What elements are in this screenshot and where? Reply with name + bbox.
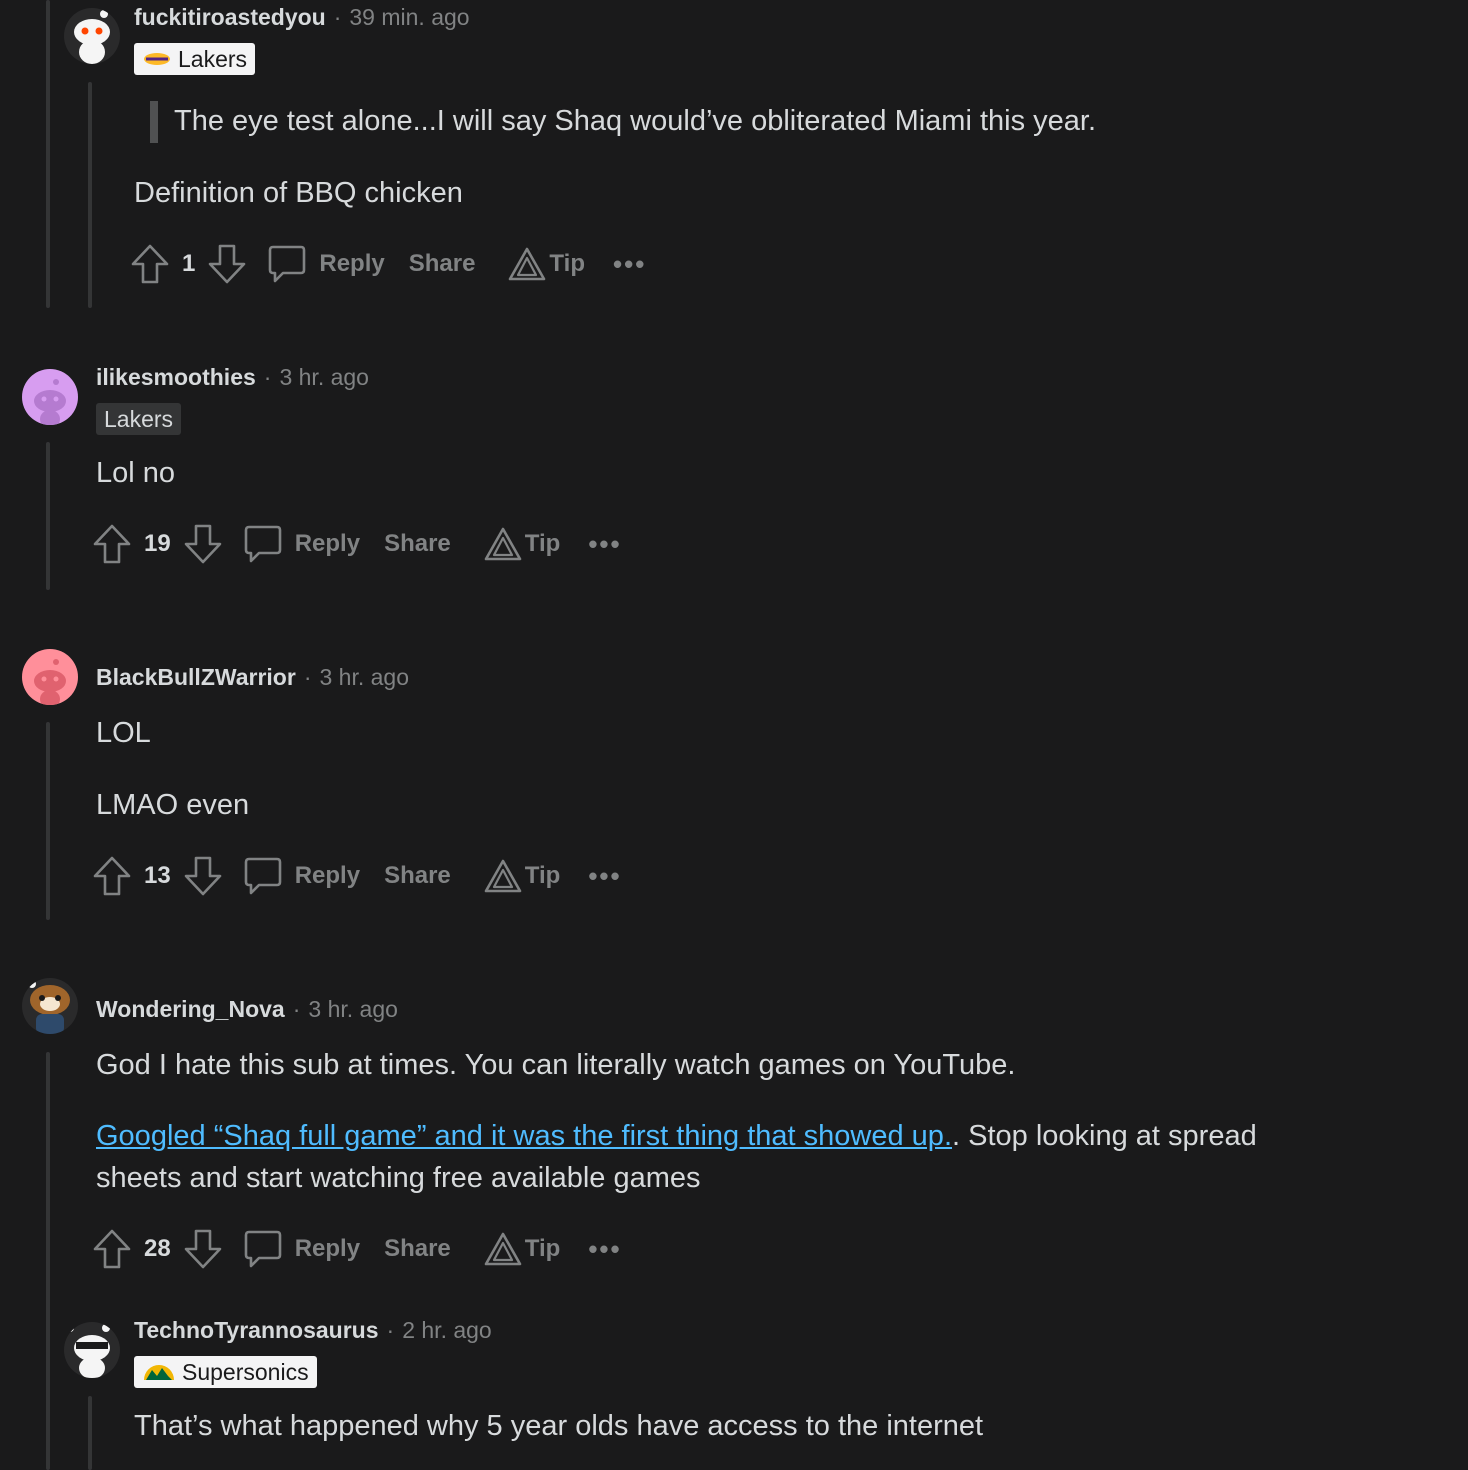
author-name[interactable]: fuckitiroastedyou [134,4,326,30]
upvote-icon[interactable] [130,243,170,285]
author-name[interactable]: TechnoTyrannosaurus [134,1317,379,1343]
comment-actions: 28 Reply Share Tip ••• [92,1227,622,1271]
comment-bubble-icon[interactable] [267,243,307,285]
downvote-icon[interactable] [207,243,247,285]
avatar[interactable] [22,369,78,425]
share-button[interactable]: Share [384,530,451,558]
downvote-icon[interactable] [183,523,223,565]
upvote-icon[interactable] [92,855,132,897]
thread-line[interactable] [46,1052,50,1470]
meta-separator: · [386,1317,395,1343]
tip-button[interactable]: Tip [525,1235,561,1263]
comment-meta: BlackBullZWarrior · 3 hr. ago [96,664,409,691]
timestamp[interactable]: 3 hr. ago [319,664,409,690]
comment-text: Definition of BBQ chicken [134,177,463,209]
tip-button[interactable]: Tip [525,862,561,890]
snoo-avatar-icon [66,1324,110,1378]
flair-label: Lakers [104,406,174,432]
snoo-avatar-icon [28,980,70,1034]
more-options-button[interactable]: ••• [588,529,621,560]
comment-actions: 1 Reply Share Tip ••• [130,242,646,286]
vote-score: 1 [182,250,196,277]
vote-score: 28 [144,1235,171,1262]
meta-separator: · [292,996,301,1022]
downvote-icon[interactable] [183,855,223,897]
meta-separator: · [303,664,312,690]
snoo-avatar-icon [66,8,110,64]
blockquote-text: The eye test alone...I will say Shaq wou… [174,105,1097,137]
snoo-avatar-icon [34,659,66,705]
upvote-icon[interactable] [92,1228,132,1270]
youtube-link[interactable]: Googled “Shaq full game” and it was the … [96,1120,952,1152]
user-flair: Lakers [134,43,256,75]
tip-icon[interactable] [483,858,523,894]
comment-meta: ilikesmoothies · 3 hr. ago [96,364,369,391]
user-flair: Lakers [96,403,182,435]
comment-text: LOL [96,717,151,749]
meta-separator: · [263,364,272,390]
snoo-avatar-icon [34,379,66,425]
more-options-button[interactable]: ••• [588,1234,621,1265]
timestamp[interactable]: 39 min. ago [349,4,469,30]
comment-bubble-icon[interactable] [243,1228,283,1270]
comment-bubble-icon[interactable] [243,523,283,565]
upvote-icon[interactable] [92,523,132,565]
comment-meta: Wondering_Nova · 3 hr. ago [96,996,398,1023]
avatar[interactable] [22,978,78,1034]
reply-button[interactable]: Reply [295,1235,360,1263]
comment-text: LMAO even [96,789,250,821]
share-button[interactable]: Share [384,1235,451,1263]
tip-icon[interactable] [483,1231,523,1267]
share-button[interactable]: Share [409,250,476,278]
tip-icon[interactable] [483,526,523,562]
vote-score: 19 [144,530,171,557]
user-flair: Supersonics [134,1356,317,1388]
share-button[interactable]: Share [384,862,451,890]
thread-line[interactable] [88,82,92,308]
more-options-button[interactable]: ••• [613,249,646,280]
vote-score: 13 [144,862,171,889]
avatar[interactable] [22,649,78,705]
avatar[interactable] [64,8,120,64]
comment-text: sheets and start watching free available… [96,1162,701,1194]
tip-icon[interactable] [507,246,547,282]
timestamp[interactable]: 3 hr. ago [279,364,369,390]
flair-label: Lakers [178,46,248,72]
flair-label: Supersonics [182,1359,309,1385]
downvote-icon[interactable] [183,1228,223,1270]
comment-actions: 13 Reply Share Tip ••• [92,854,622,898]
reply-button[interactable]: Reply [319,250,384,278]
tip-button[interactable]: Tip [549,250,585,278]
author-name[interactable]: BlackBullZWarrior [96,664,296,690]
comment-text: That’s what happened why 5 year olds hav… [134,1410,984,1442]
comment-text: God I hate this sub at times. You can li… [96,1049,1016,1081]
comment-bubble-icon[interactable] [243,855,283,897]
thread-line[interactable] [88,1396,92,1470]
thread-line[interactable] [46,442,50,590]
timestamp[interactable]: 2 hr. ago [402,1317,492,1343]
comment-text: Lol no [96,457,176,489]
comment-text: Googled “Shaq full game” and it was the … [96,1115,1257,1157]
timestamp[interactable]: 3 hr. ago [308,996,398,1022]
author-name[interactable]: ilikesmoothies [96,364,256,390]
meta-separator: · [333,4,342,30]
comment-meta: fuckitiroastedyou · 39 min. ago [134,4,470,31]
author-name[interactable]: Wondering_Nova [96,996,285,1022]
blockquote-bar [150,101,158,143]
thread-line[interactable] [46,722,50,920]
comment-text-tail: . Stop looking at spread [952,1120,1257,1152]
avatar[interactable] [64,1322,120,1378]
lakers-logo-icon [144,53,170,65]
thread-line[interactable] [46,0,50,308]
comment-actions: 19 Reply Share Tip ••• [92,522,622,566]
reply-button[interactable]: Reply [295,530,360,558]
supersonics-logo-icon [144,1365,174,1380]
more-options-button[interactable]: ••• [588,861,621,892]
comment-meta: TechnoTyrannosaurus · 2 hr. ago [134,1317,492,1344]
reply-button[interactable]: Reply [295,862,360,890]
tip-button[interactable]: Tip [525,530,561,558]
